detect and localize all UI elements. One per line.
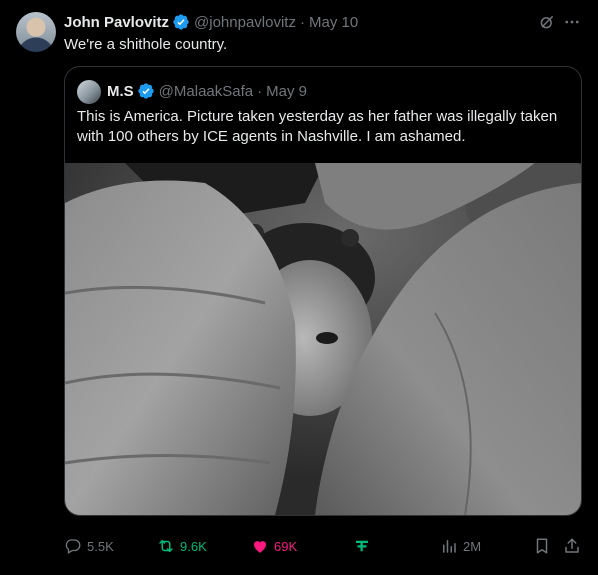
grok-action-button[interactable] [353,530,371,562]
bookmark-icon [536,538,548,554]
verified-badge-icon [137,83,154,99]
tweet-text: We're a shithole country. [64,36,228,53]
more-icon[interactable] [563,13,581,31]
views-icon [443,540,456,553]
tweet-date[interactable]: May 10 [309,14,358,31]
separator-dot: · [299,13,305,31]
quoted-author-handle[interactable]: @MalaakSafa [159,83,253,100]
share-icon [565,538,579,553]
like-button[interactable]: 69K [251,530,297,562]
reply-count: 5.5K [87,538,114,554]
separator-dot: · [257,82,263,100]
author-handle[interactable]: @johnpavlovitz [194,14,296,31]
reply-button[interactable]: 5.5K [64,530,114,562]
action-bar: 5.5K 9.6K 69K 2M [0,530,598,562]
tweet-photo[interactable] [65,163,581,515]
quoted-author-name[interactable]: M.S [107,83,134,100]
author-avatar[interactable] [16,12,56,52]
grok-icon[interactable] [538,13,556,31]
quoted-tweet-date[interactable]: May 9 [266,83,307,100]
quoted-tweet-header: M.S @MalaakSafa · May 9 [107,81,307,101]
quoted-tweet-text: This is America. Picture taken yesterday… [77,108,558,145]
quoted-author-avatar[interactable] [77,80,101,104]
bookmark-button[interactable] [533,530,551,562]
like-count: 69K [274,538,298,554]
share-button[interactable] [563,530,581,562]
views-button[interactable]: 2M [440,530,481,562]
like-icon [254,541,266,553]
repost-icon [159,540,173,552]
verified-badge-icon [173,14,189,30]
reply-icon [65,539,81,554]
view-count: 2M [463,538,482,554]
quoted-tweet[interactable]: M.S @MalaakSafa · May 9 This is America.… [64,66,582,516]
tweet-header: John Pavlovitz @johnpavlovitz · May 10 [64,12,358,32]
author-name[interactable]: John Pavlovitz [64,14,169,31]
repost-button[interactable]: 9.6K [157,530,207,562]
grok-action-icon [356,540,368,552]
repost-count: 9.6K [180,538,207,554]
